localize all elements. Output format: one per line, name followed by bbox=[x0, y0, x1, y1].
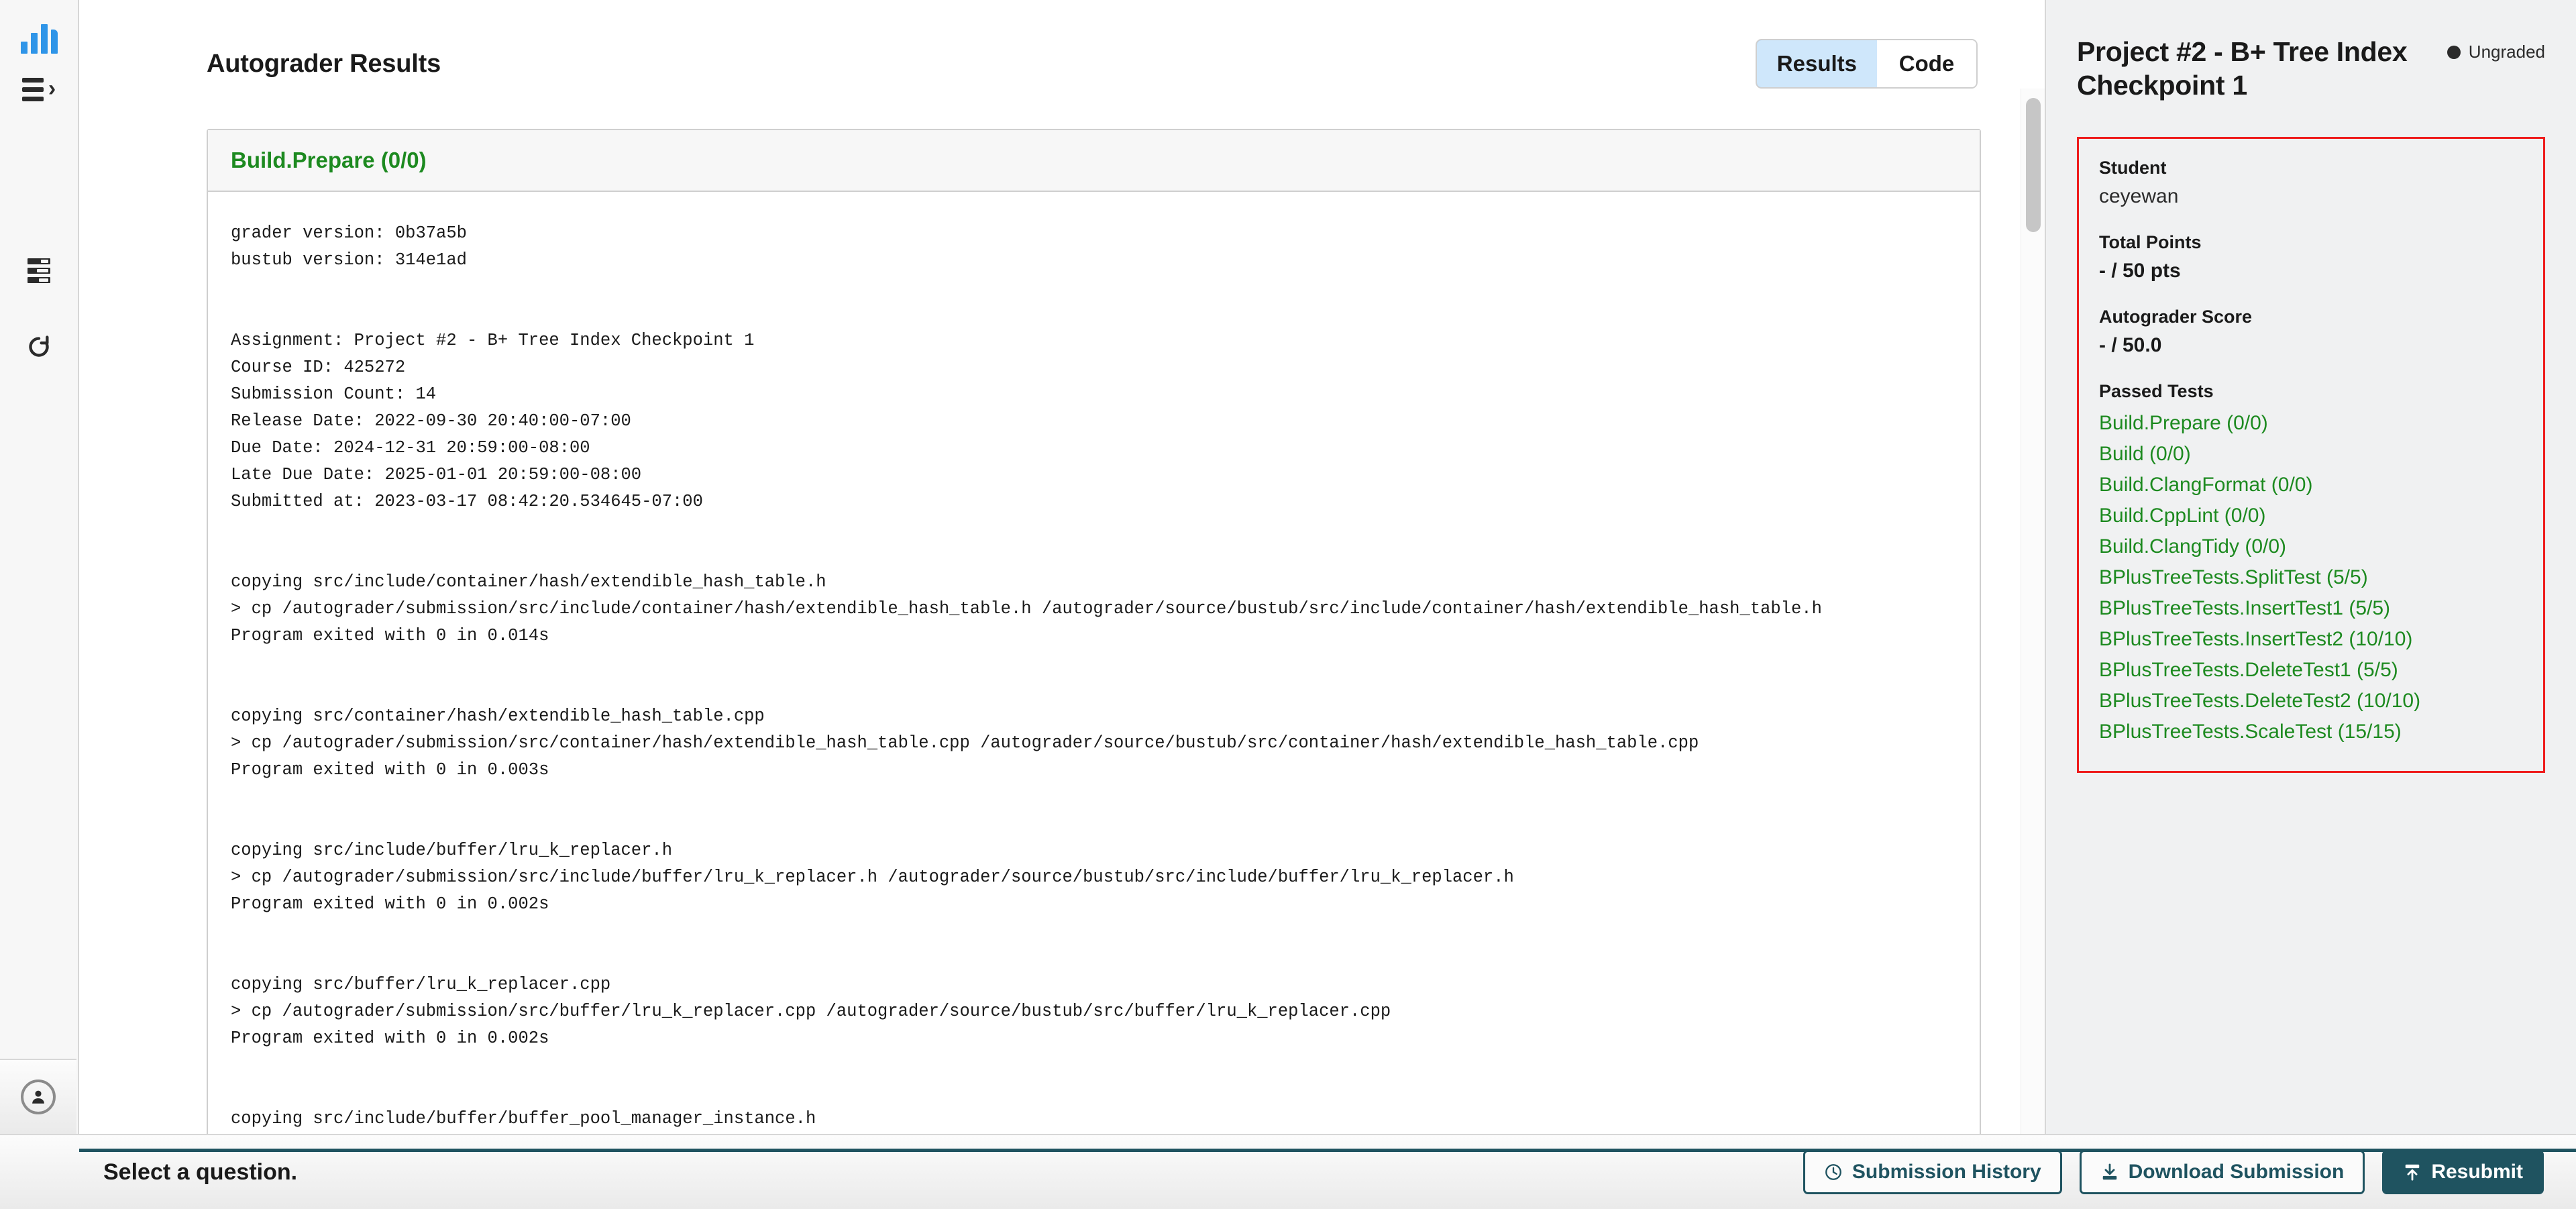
results-scroll-area: Build.Prepare (0/0) grader version: 0b37… bbox=[79, 89, 2045, 1134]
menu-expand-button[interactable]: › bbox=[14, 68, 64, 110]
passed-test-item[interactable]: Build.ClangFormat (0/0) bbox=[2099, 470, 2523, 500]
hamburger-icon: › bbox=[21, 75, 56, 101]
test-result-card: Build.Prepare (0/0) grader version: 0b37… bbox=[207, 129, 1981, 1134]
submission-history-button[interactable]: Submission History bbox=[1803, 1150, 2062, 1194]
gradescope-logo-icon[interactable] bbox=[18, 15, 60, 54]
scrollbar-thumb[interactable] bbox=[2026, 98, 2041, 232]
test-result-title: Build.Prepare (0/0) bbox=[231, 148, 427, 172]
status-badge: Ungraded bbox=[2447, 35, 2545, 62]
user-icon bbox=[32, 1090, 44, 1104]
results-header: Autograder Results Results Code bbox=[79, 0, 2045, 89]
passed-tests-label: Passed Tests bbox=[2099, 381, 2214, 402]
bottom-toolbar: Select a question. Submission History Do… bbox=[0, 1134, 2576, 1209]
resubmit-button[interactable]: Resubmit bbox=[2382, 1150, 2544, 1194]
question-prompt: Select a question. bbox=[103, 1159, 298, 1185]
chevron-right-icon: › bbox=[48, 75, 56, 101]
total-points-label: Total Points bbox=[2099, 232, 2202, 253]
upload-icon bbox=[2406, 1164, 2420, 1181]
refresh-button[interactable] bbox=[14, 326, 64, 368]
results-scrollbar[interactable] bbox=[2021, 89, 2045, 1134]
tab-code[interactable]: Code bbox=[1877, 40, 1976, 87]
assignment-title: Project #2 - B+ Tree Index Checkpoint 1 bbox=[2077, 36, 2408, 101]
avatar bbox=[21, 1080, 56, 1114]
passed-test-item[interactable]: BPlusTreeTests.InsertTest1 (5/5) bbox=[2099, 594, 2523, 623]
app-body: › Autograder Results Results Code Build.… bbox=[0, 0, 2576, 1134]
account-button[interactable] bbox=[0, 1059, 76, 1134]
test-result-card-body: grader version: 0b37a5b bustub version: … bbox=[208, 192, 1980, 1134]
status-dot-icon bbox=[2447, 45, 2461, 59]
refresh-icon bbox=[29, 335, 49, 357]
passed-test-item[interactable]: BPlusTreeTests.InsertTest2 (10/10) bbox=[2099, 625, 2523, 654]
autograder-score-label: Autograder Score bbox=[2099, 307, 2253, 327]
left-rail: › bbox=[0, 0, 79, 1134]
autograder-output: grader version: 0b37a5b bustub version: … bbox=[231, 223, 1822, 1128]
student-label: Student bbox=[2099, 158, 2167, 178]
passed-test-item[interactable]: BPlusTreeTests.ScaleTest (15/15) bbox=[2099, 717, 2523, 747]
passed-test-item[interactable]: BPlusTreeTests.SplitTest (5/5) bbox=[2099, 563, 2523, 592]
student-value: ceyewan bbox=[2099, 185, 2179, 208]
tab-results[interactable]: Results bbox=[1756, 40, 1878, 87]
download-submission-button[interactable]: Download Submission bbox=[2079, 1150, 2365, 1194]
assignments-button[interactable] bbox=[14, 250, 64, 291]
submission-summary-panel: Project #2 - B+ Tree Index Checkpoint 1 … bbox=[2046, 0, 2576, 1134]
passed-test-item[interactable]: BPlusTreeTests.DeleteTest1 (5/5) bbox=[2099, 655, 2523, 685]
submission-history-label: Submission History bbox=[1851, 1161, 2041, 1183]
total-points-value: - / 50 pts bbox=[2099, 260, 2181, 282]
autograder-score-value: - / 50.0 bbox=[2099, 334, 2162, 357]
autograder-results-panel: Autograder Results Results Code Build.Pr… bbox=[79, 0, 2046, 1134]
list-icon bbox=[28, 258, 50, 283]
page-title: Autograder Results bbox=[207, 49, 441, 78]
passed-test-item[interactable]: Build (0/0) bbox=[2099, 439, 2523, 469]
resubmit-label: Resubmit bbox=[2431, 1161, 2523, 1183]
download-icon bbox=[2102, 1163, 2116, 1180]
test-result-card-header[interactable]: Build.Prepare (0/0) bbox=[208, 130, 1980, 192]
submission-details-box: Student ceyewan Total Points - / 50 pts … bbox=[2077, 137, 2545, 774]
download-submission-label: Download Submission bbox=[2128, 1161, 2345, 1183]
results-code-tabgroup: Results Code bbox=[1755, 39, 1978, 89]
status-label: Ungraded bbox=[2468, 42, 2545, 62]
passed-test-item[interactable]: Build.Prepare (0/0) bbox=[2099, 409, 2523, 438]
passed-test-item[interactable]: Build.CppLint (0/0) bbox=[2099, 501, 2523, 531]
gradescope-app: › Autograder Results Results Code Build.… bbox=[0, 0, 2576, 1209]
passed-test-item[interactable]: BPlusTreeTests.DeleteTest2 (10/10) bbox=[2099, 686, 2523, 716]
passed-tests-list: Build.Prepare (0/0) Build (0/0) Build.Cl… bbox=[2099, 409, 2523, 747]
passed-test-item[interactable]: Build.ClangTidy (0/0) bbox=[2099, 532, 2523, 562]
bottom-toolbar-actions: Submission History Download Submission R… bbox=[1803, 1150, 2576, 1194]
clock-icon bbox=[1825, 1164, 1841, 1180]
assignment-header: Project #2 - B+ Tree Index Checkpoint 1 … bbox=[2077, 35, 2545, 102]
